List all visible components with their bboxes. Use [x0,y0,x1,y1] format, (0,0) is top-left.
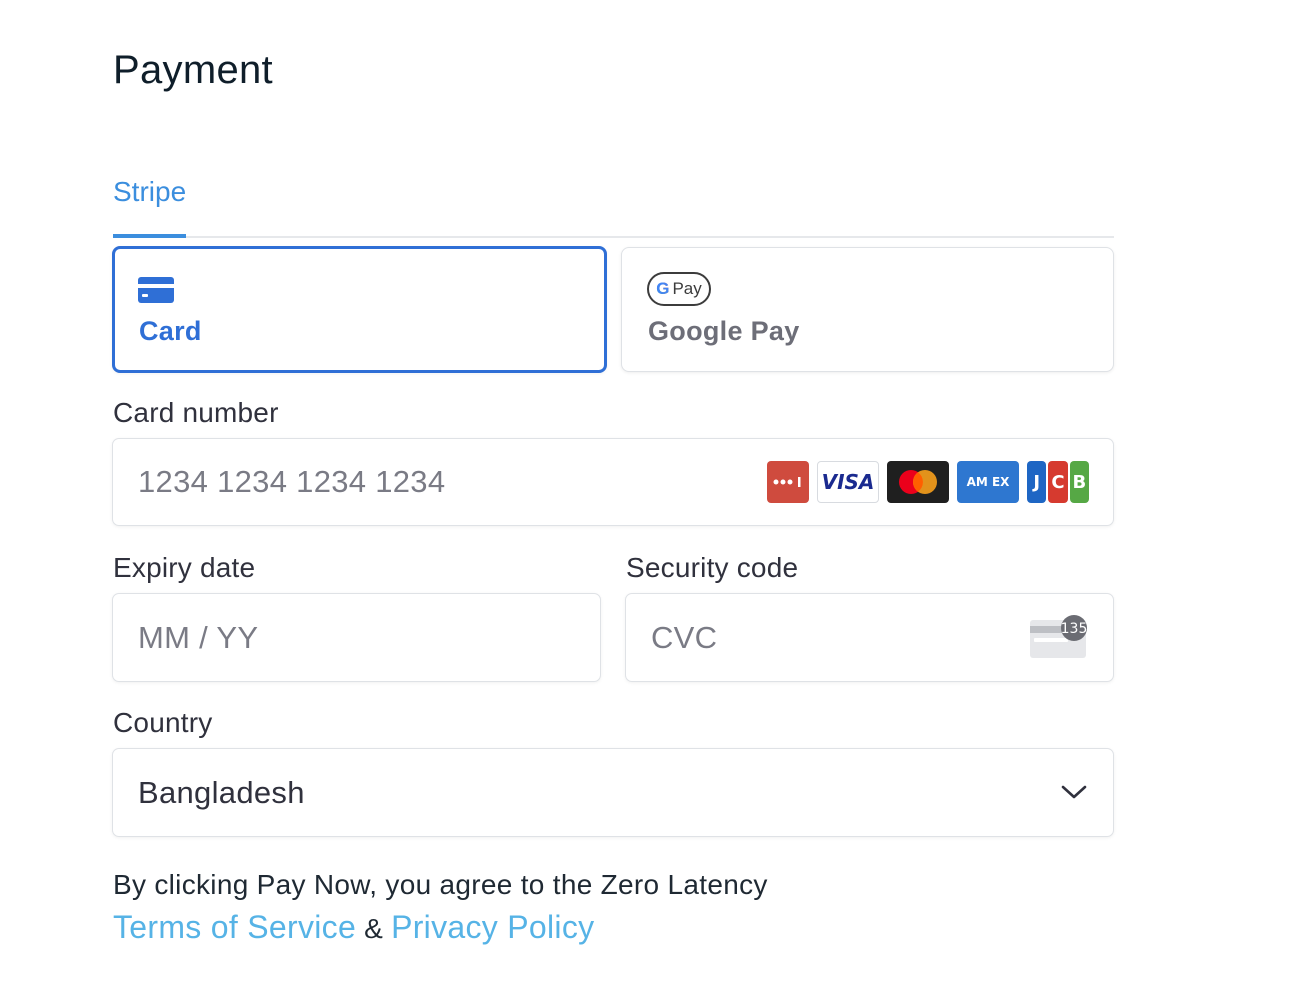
tab-stripe[interactable]: Stripe [113,172,187,238]
jcb-letter-b: B [1069,461,1089,503]
cvc-badge-text: 135 [1061,621,1088,637]
card-brand-icons: VISA AM EX J C B [767,461,1089,503]
terms-links-line: Terms of Service & Privacy Policy [113,906,768,950]
payment-method-card-label: Card [139,316,202,346]
chevron-down-icon [1061,785,1087,799]
jcb-letter-c: C [1048,461,1068,503]
credit-card-icon [138,277,174,303]
security-code-placeholder: CVC [651,619,718,655]
expiry-date-placeholder: MM / YY [138,619,259,655]
google-pay-badge-text: Pay [672,279,702,298]
security-code-label: Security code [626,552,799,583]
jcb-icon: J C B [1027,461,1089,503]
card-number-placeholder: 1234 1234 1234 1234 [138,464,446,499]
country-select[interactable]: Bangladesh [112,748,1114,837]
country-label: Country [113,707,213,738]
amex-icon: AM EX [957,461,1019,503]
terms-prefix-text: By clicking Pay Now, you agree to the Ze… [113,869,768,900]
country-select-value: Bangladesh [138,774,305,810]
privacy-policy-link[interactable]: Privacy Policy [391,909,594,945]
page-title: Payment [113,48,273,92]
terms-notice: By clicking Pay Now, you agree to the Ze… [113,863,768,950]
terms-separator: & [364,913,384,944]
payment-method-card[interactable]: Card [112,246,607,373]
card-number-label: Card number [113,397,279,428]
card-number-input[interactable]: 1234 1234 1234 1234 VISA AM EX J C B [112,438,1114,526]
security-code-input[interactable]: CVC 135 [625,593,1114,682]
google-pay-icon: G Pay [647,272,711,306]
payment-method-google-pay[interactable]: G Pay Google Pay [621,247,1114,372]
payment-provider-tabs: Stripe [113,172,1114,238]
terms-of-service-link[interactable]: Terms of Service [113,909,356,945]
expiry-date-input[interactable]: MM / YY [112,593,601,682]
cvc-card-icon: 135 [1030,615,1088,658]
google-g-glyph: G [656,279,670,298]
mastercard-icon [887,461,949,503]
visa-icon: VISA [817,461,879,503]
payment-method-google-pay-label: Google Pay [648,316,800,346]
jcb-letter-j: J [1027,461,1047,503]
expiry-date-label: Expiry date [113,552,256,583]
generic-card-icon [767,461,809,503]
